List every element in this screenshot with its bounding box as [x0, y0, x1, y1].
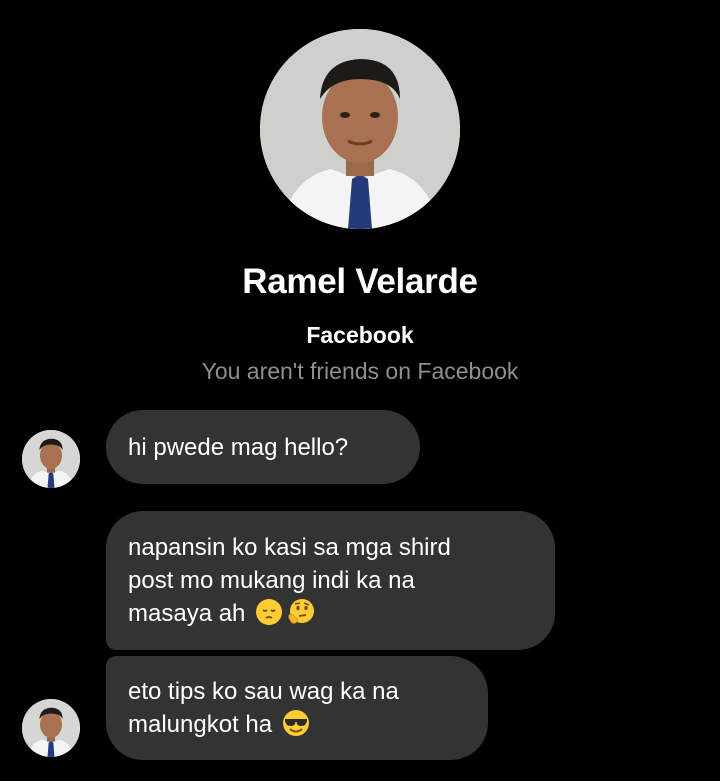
message-text: eto tips ko sau wag ka na [128, 678, 399, 705]
person-avatar-icon [22, 699, 80, 757]
sender-avatar[interactable] [22, 699, 80, 757]
contact-platform-label: Facebook [306, 322, 414, 348]
message-text: napansin ko kasi sa mga shird [128, 534, 451, 561]
friendship-status-text: You aren't friends on Facebook [201, 358, 519, 384]
smiling-face-with-sunglasses-emoji [282, 710, 309, 736]
message-text: hi pwede mag hello? [128, 434, 349, 461]
thinking-face-emoji [288, 599, 315, 624]
person-avatar-icon [22, 430, 80, 488]
contact-profile-photo[interactable] [260, 29, 460, 229]
message-bubble[interactable]: eto tips ko sau wag ka na malungkot ha [106, 656, 488, 760]
contact-name: Ramel Velarde [242, 262, 478, 301]
message-text: malungkot ha [128, 711, 273, 738]
pensive-face-emoji [256, 599, 283, 625]
sender-avatar[interactable] [22, 430, 80, 488]
message-bubble[interactable]: hi pwede mag hello? [106, 410, 420, 484]
message-text: post mo mukang indi ka na [128, 567, 415, 594]
person-photo-icon [260, 29, 460, 229]
message-bubble[interactable]: napansin ko kasi sa mga shird post mo mu… [106, 511, 555, 650]
message-text: masaya ah [128, 600, 246, 627]
